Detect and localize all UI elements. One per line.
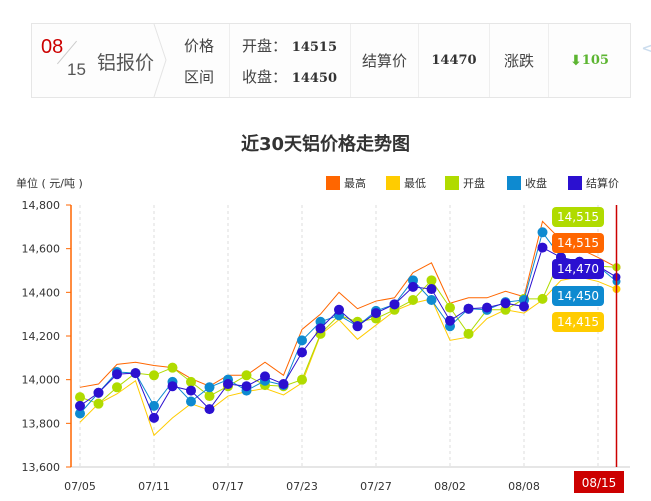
series-line [79, 256, 617, 405]
data-point [482, 302, 492, 313]
x-tick-label: 07/05 [64, 480, 96, 493]
tooltip-value: 14,515 [557, 210, 599, 224]
y-tick-label: 14,600 [22, 243, 61, 256]
data-point [334, 304, 344, 315]
series-line [79, 231, 617, 414]
crosshair-date-label: 08/15 [582, 476, 617, 490]
y-tick-label: 14,200 [22, 330, 61, 343]
data-point [204, 391, 215, 402]
data-point [426, 275, 437, 286]
y-tick-label: 14,400 [22, 286, 61, 299]
data-point [167, 381, 178, 392]
y-tick-label: 14,800 [22, 199, 61, 212]
data-point [75, 392, 85, 403]
chart-plot: 14,800 14,600 14,400 14,200 14,000 13,800 13,6… [22, 199, 630, 493]
data-point [500, 298, 511, 309]
data-point [463, 328, 474, 339]
data-point [186, 376, 196, 387]
x-tick-label: 08/02 [434, 480, 466, 493]
x-tick-label: 07/11 [138, 480, 170, 493]
data-point [426, 284, 437, 295]
tooltip-value: 14,415 [557, 315, 599, 329]
data-point [112, 382, 122, 393]
tooltip-value: 14,470 [557, 262, 599, 276]
x-tick-label: 07/27 [360, 480, 392, 493]
data-point [260, 371, 270, 382]
data-point [537, 242, 548, 253]
data-point [130, 368, 141, 379]
data-point [408, 281, 418, 292]
series-line [79, 246, 617, 419]
data-point [445, 315, 455, 326]
data-point [112, 369, 122, 380]
data-point [371, 308, 381, 319]
data-point [463, 303, 474, 314]
data-point [149, 412, 159, 423]
x-tick-label: 08/08 [508, 480, 540, 493]
data-point [315, 323, 326, 334]
data-point [519, 301, 529, 312]
tooltip-value: 14,515 [557, 236, 599, 250]
data-point [93, 387, 104, 398]
data-point [352, 321, 363, 332]
x-tick-label: 07/23 [286, 480, 318, 493]
y-tick-label: 14,000 [22, 374, 61, 387]
data-point [278, 379, 289, 390]
tooltip-value: 14,450 [557, 289, 599, 303]
y-tick-label: 13,800 [22, 417, 61, 430]
data-point [75, 400, 85, 411]
data-point [241, 370, 252, 381]
data-point [537, 227, 548, 238]
data-point [223, 379, 233, 390]
data-point [186, 396, 196, 407]
data-point [537, 293, 548, 304]
data-point [297, 347, 307, 358]
data-point [426, 294, 437, 305]
data-point [408, 294, 418, 305]
data-point [204, 382, 215, 393]
data-point [167, 362, 178, 373]
x-tick-label: 07/17 [212, 480, 244, 493]
data-point [445, 302, 455, 313]
data-point [297, 335, 307, 346]
data-point [93, 398, 104, 409]
data-point [241, 381, 252, 392]
data-point [186, 385, 196, 396]
data-point [297, 374, 307, 385]
data-point [149, 370, 159, 381]
data-point [204, 404, 215, 415]
data-point [389, 299, 400, 310]
y-tick-label: 13,600 [22, 461, 61, 474]
